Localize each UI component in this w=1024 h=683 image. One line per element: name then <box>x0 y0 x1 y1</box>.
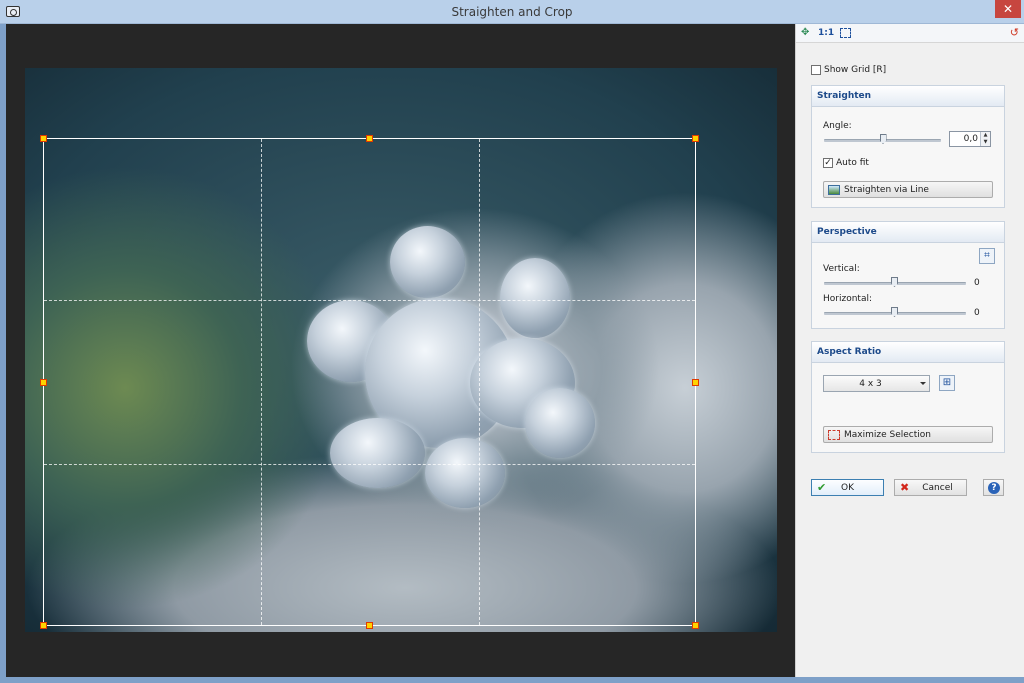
zoom-1-1-button[interactable]: 1:1 <box>818 28 834 38</box>
angle-spinbox[interactable]: 0,0 ▲ ▼ <box>949 131 991 147</box>
cross-icon: ✖ <box>900 481 910 494</box>
grid-line <box>44 300 695 301</box>
maximize-selection-button[interactable]: Maximize Selection <box>823 426 993 443</box>
straighten-heading: Straighten <box>812 86 1004 107</box>
crop-rectangle[interactable] <box>40 135 699 629</box>
aspect-ratio-group: Aspect Ratio 4 x 3 ⊞ Maximize Selection <box>811 341 1005 453</box>
auto-fit-checkbox[interactable]: ✓ <box>823 158 833 168</box>
horizontal-value: 0 <box>974 308 980 318</box>
title-bar: Straighten and Crop ✕ <box>0 0 1024 24</box>
ok-button[interactable]: ✔ OK <box>811 479 884 496</box>
maximize-selection-label: Maximize Selection <box>844 429 931 440</box>
grid-line <box>479 139 480 625</box>
panel-toolbar: ✥ 1:1 ↺ <box>796 24 1024 43</box>
auto-fit-row[interactable]: ✓ Auto fit <box>823 158 869 168</box>
horizontal-label: Horizontal: <box>823 294 872 304</box>
settings-panel: ✥ 1:1 ↺ Show Grid [R] Straighten Angle: … <box>795 24 1024 677</box>
angle-label: Angle: <box>823 121 852 131</box>
grid-line <box>261 139 262 625</box>
show-grid-row[interactable]: Show Grid [R] <box>811 65 886 75</box>
chevron-down-icon <box>920 382 926 385</box>
window-title: Straighten and Crop <box>451 5 573 19</box>
crop-handle-bottom-left[interactable] <box>40 622 47 629</box>
maximize-icon <box>828 429 840 440</box>
crop-handle-top[interactable] <box>366 135 373 142</box>
show-grid-label: Show Grid [R] <box>824 65 887 75</box>
vertical-value: 0 <box>974 278 980 288</box>
image-viewer <box>6 24 795 677</box>
vertical-label: Vertical: <box>823 264 860 274</box>
spin-arrows-icon[interactable]: ▲ ▼ <box>980 132 990 146</box>
reset-icon[interactable]: ↺ <box>1010 26 1019 39</box>
crop-handle-bottom[interactable] <box>366 622 373 629</box>
swap-orientation-icon[interactable]: ⊞ <box>939 375 955 391</box>
help-button[interactable]: ? <box>983 479 1004 496</box>
crop-handle-bottom-right[interactable] <box>692 622 699 629</box>
straighten-via-line-label: Straighten via Line <box>844 184 929 195</box>
close-button[interactable]: ✕ <box>995 0 1021 18</box>
fit-to-window-icon[interactable] <box>840 28 851 38</box>
perspective-tool-icon[interactable]: ⌗ <box>979 248 995 264</box>
vertical-slider-thumb[interactable] <box>891 277 898 287</box>
auto-fit-label: Auto fit <box>836 158 869 168</box>
crop-handle-left[interactable] <box>40 379 47 386</box>
angle-slider-thumb[interactable] <box>879 134 887 144</box>
aspect-ratio-select[interactable]: 4 x 3 <box>823 375 930 392</box>
perspective-heading: Perspective <box>812 222 1004 243</box>
grid-line <box>44 464 695 465</box>
cancel-label: Cancel <box>922 483 953 493</box>
navigate-icon[interactable]: ✥ <box>801 27 809 38</box>
ok-label: OK <box>841 483 854 493</box>
aspect-ratio-heading: Aspect Ratio <box>812 342 1004 363</box>
horizontal-slider-thumb[interactable] <box>891 307 898 317</box>
aspect-ratio-selected: 4 x 3 <box>859 379 882 389</box>
crop-handle-top-right[interactable] <box>692 135 699 142</box>
help-icon: ? <box>988 482 1000 494</box>
cancel-button[interactable]: ✖ Cancel <box>894 479 967 496</box>
perspective-group: Perspective ⌗ Vertical: 0 Horizontal: 0 <box>811 221 1005 329</box>
crop-handle-right[interactable] <box>692 379 699 386</box>
show-grid-checkbox[interactable] <box>811 65 821 75</box>
crop-handle-top-left[interactable] <box>40 135 47 142</box>
landscape-icon <box>828 184 840 195</box>
angle-value: 0,0 <box>963 134 978 144</box>
straighten-group: Straighten Angle: 0,0 ▲ ▼ ✓ Auto fit Stra… <box>811 85 1005 208</box>
straighten-via-line-button[interactable]: Straighten via Line <box>823 181 993 198</box>
